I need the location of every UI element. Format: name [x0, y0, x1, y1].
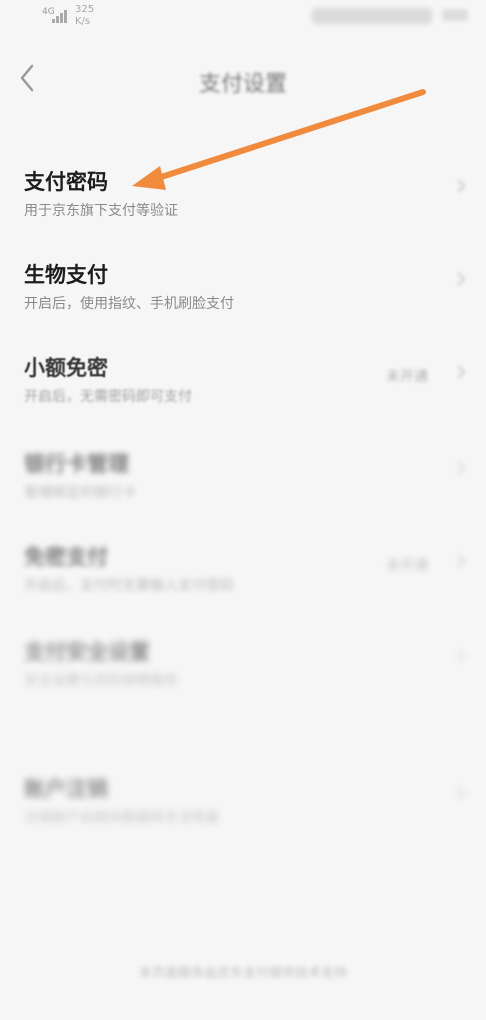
- setting-title: 支付密码: [24, 170, 108, 194]
- setting-item-7[interactable]: 账户注销 注销账户后相关数据将无法恢复: [0, 773, 486, 865]
- setting-status: 未开通: [386, 369, 428, 385]
- setting-subtitle: 用于京东旗下支付等验证: [24, 203, 178, 219]
- setting-subtitle: 注销账户后相关数据将无法恢复: [24, 810, 220, 826]
- setting-subtitle: 开启后，支付时无需输入支付密码: [24, 578, 234, 594]
- footer-note: 本页面服务由京东支付提供技术支持: [138, 966, 347, 981]
- setting-title: 账户注销: [24, 777, 108, 801]
- setting-title: 生物支付: [24, 263, 108, 287]
- setting-item-4[interactable]: 银行卡管理 管理绑定的银行卡: [0, 448, 486, 540]
- nav-bar: 支付设置: [0, 52, 486, 108]
- setting-item-biometric-payment[interactable]: 生物支付 开启后，使用指纹、手机刷脸支付: [0, 259, 486, 351]
- chevron-right-icon: [457, 461, 466, 475]
- setting-item-small-amount-free[interactable]: 小额免密 开启后，无需密码即可支付 未开通: [0, 352, 486, 444]
- setting-title: 小额免密: [24, 356, 108, 380]
- setting-title: 免密支付: [24, 545, 108, 569]
- network-speed: 325 K/s: [75, 4, 94, 28]
- chevron-right-icon: [457, 272, 466, 286]
- setting-item-payment-password[interactable]: 支付密码 用于京东旗下支付等验证: [0, 166, 486, 258]
- chevron-right-icon: [457, 649, 466, 663]
- setting-item-5[interactable]: 免密支付 开启后，支付时无需输入支付密码 未开通: [0, 541, 486, 633]
- setting-title: 支付安全设置: [24, 640, 150, 664]
- setting-subtitle: 管理绑定的银行卡: [24, 485, 136, 501]
- network-speed-value: 325: [75, 4, 95, 15]
- chevron-right-icon: [457, 554, 466, 568]
- setting-title: 银行卡管理: [24, 452, 129, 476]
- status-icons: [312, 8, 432, 24]
- signal-icon: [52, 9, 70, 23]
- setting-subtitle: 安全设置与风险保障服务: [24, 673, 178, 689]
- battery-icon: [442, 9, 468, 21]
- setting-item-6[interactable]: 支付安全设置 安全设置与风险保障服务: [0, 636, 486, 728]
- setting-subtitle: 开启后，无需密码即可支付: [24, 389, 192, 405]
- setting-subtitle: 开启后，使用指纹、手机刷脸支付: [24, 296, 234, 312]
- chevron-right-icon: [457, 786, 466, 800]
- page-title: 支付设置: [198, 72, 287, 97]
- chevron-right-icon: [457, 179, 466, 193]
- status-bar: 4G 325 K/s: [0, 0, 486, 34]
- setting-status: 未开通: [386, 558, 428, 574]
- chevron-right-icon: [457, 365, 466, 379]
- network-speed-unit: K/s: [75, 16, 91, 27]
